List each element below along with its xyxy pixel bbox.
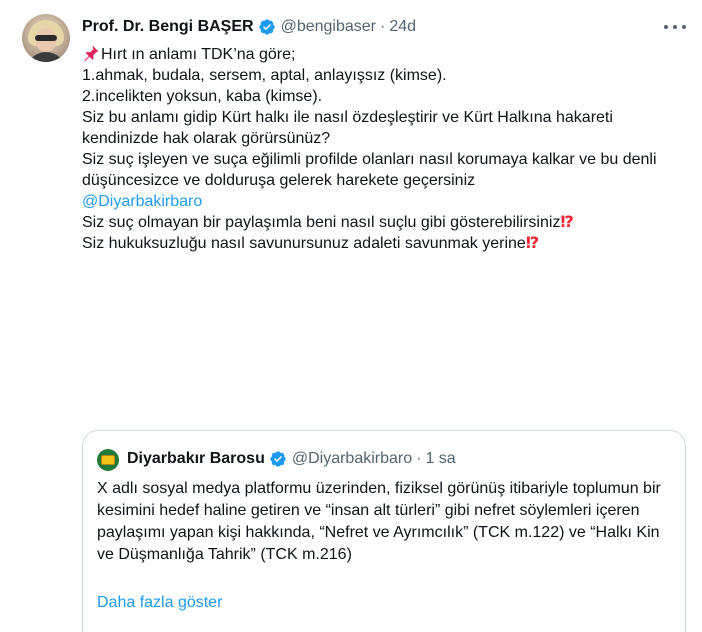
quoted-tweet[interactable]: Diyarbakır Barosu @Diyarbakirbaro · 1 sa… — [82, 430, 686, 632]
tweet-header: Prof. Dr. Bengi BAŞER @bengibaser · 24d — [82, 16, 416, 38]
quote-avatar[interactable] — [97, 449, 119, 471]
verified-badge-icon — [270, 451, 286, 467]
quote-author-handle[interactable]: @Diyarbakirbaro — [292, 450, 412, 468]
tweet-line-6: Siz suç olmayan bir paylaşımla beni nası… — [82, 214, 574, 231]
tweet-line-2: 1.ahmak, budala, sersem, aptal, anlayışs… — [82, 67, 447, 84]
tweet-line-7: Siz hukuksuzluğu nasıl savunursunuz adal… — [82, 235, 540, 252]
mention-link[interactable]: @Diyarbakirbaro — [82, 191, 682, 212]
separator-dot: · — [380, 18, 386, 35]
tweet-line-3: 2.incelikten yoksun, kaba (kimse). — [82, 88, 323, 105]
exclamation-question-icon: ⁉ — [525, 235, 540, 252]
pushpin-icon — [84, 45, 99, 62]
show-more-link[interactable]: Daha fazla göster — [97, 594, 222, 612]
quote-time[interactable]: 1 sa — [425, 450, 455, 468]
author-handle[interactable]: @bengibaser — [281, 18, 376, 36]
tweet-line-4: Siz bu anlamı gidip Kürt halkı ile nasıl… — [82, 109, 613, 147]
tweet-line-1: Hırt ın anlamı TDK’na göre; — [82, 44, 682, 65]
quote-header: Diyarbakır Barosu @Diyarbakirbaro · 1 sa — [127, 448, 456, 470]
tweet[interactable]: Prof. Dr. Bengi BAŞER @bengibaser · 24d … — [0, 0, 702, 632]
tweet-body: Hırt ın anlamı TDK’na göre; 1.ahmak, bud… — [82, 44, 682, 254]
verified-badge-icon — [258, 19, 275, 35]
tweet-line-5: Siz suç işleyen ve suça eğilimli profild… — [82, 151, 657, 189]
author-name[interactable]: Prof. Dr. Bengi BAŞER — [82, 18, 254, 36]
quote-text: X adlı sosyal medya platformu üzerinden,… — [97, 480, 661, 563]
separator-dot: · — [416, 450, 422, 467]
quote-author-name[interactable]: Diyarbakır Barosu — [127, 450, 265, 468]
author-avatar[interactable] — [22, 14, 70, 62]
tweet-time[interactable]: 24d — [389, 18, 416, 36]
exclamation-question-icon: ⁉ — [560, 214, 574, 231]
more-options-icon[interactable] — [664, 22, 686, 32]
